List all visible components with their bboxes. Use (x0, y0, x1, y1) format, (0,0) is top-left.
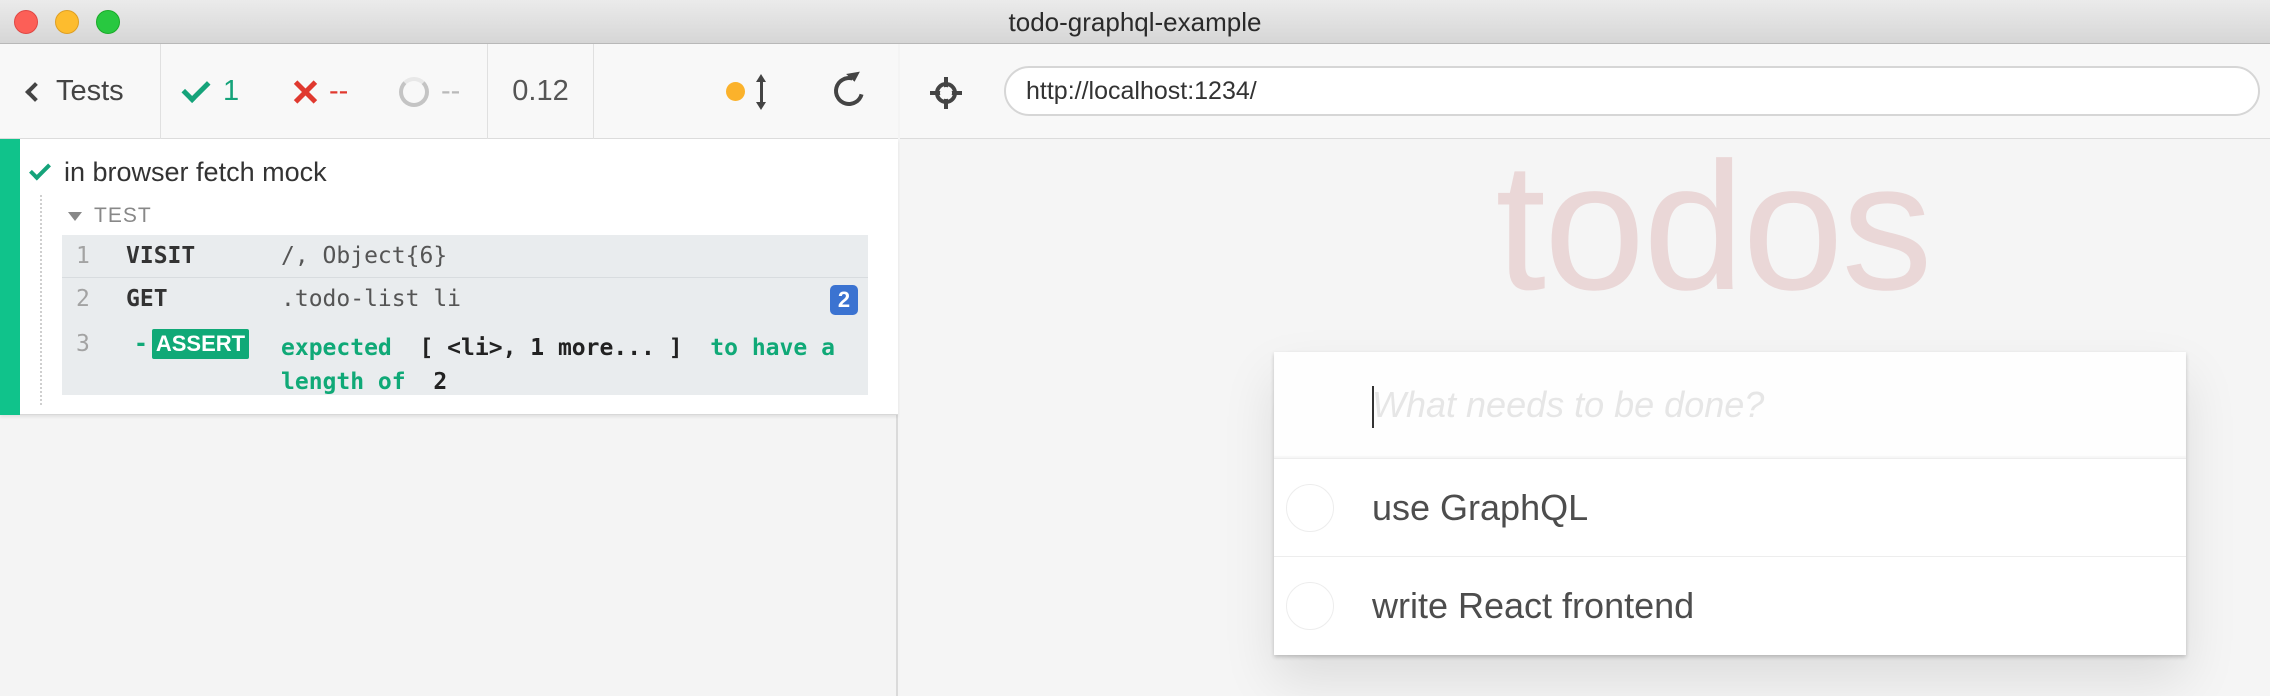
resize-vertical-icon[interactable] (756, 74, 766, 110)
url-field[interactable] (1004, 66, 2260, 116)
todo-label: use GraphQL (1372, 487, 1589, 528)
check-icon (181, 74, 211, 103)
run-duration: 0.12 (488, 44, 594, 139)
hook-header[interactable]: TEST (68, 197, 152, 235)
assert-message: expected [ <li>, 1 more... ] to have a l… (281, 331, 861, 399)
todo-toggle-checkbox[interactable] (1286, 484, 1334, 532)
command-log: in browser fetch mock TEST 1 VISIT /, Ob… (0, 139, 898, 696)
pending-stat: -- (399, 44, 460, 139)
app-title: todos (1495, 124, 1932, 328)
tests-button[interactable]: Tests (0, 44, 161, 139)
command-row[interactable]: 2 GET .todo-list li 2 (62, 278, 868, 320)
hook-guide-line (40, 195, 42, 405)
spinner-icon (399, 76, 429, 107)
title-bar: todo-graphql-example (0, 0, 2270, 44)
todo-item[interactable]: use GraphQL (1274, 459, 2186, 557)
assert-value: 2 (433, 369, 448, 395)
test-title-row[interactable]: in browser fetch mock (29, 149, 327, 195)
assert-expected: expected (281, 335, 392, 361)
element-count-badge: 2 (830, 285, 858, 315)
child-command-dash: - (134, 331, 148, 357)
assert-tag: ASSERT (151, 329, 250, 359)
command-name: VISIT (126, 243, 196, 269)
command-row[interactable]: 1 VISIT /, Object{6} (62, 235, 868, 278)
test-status-bar (0, 139, 20, 415)
command-message: .todo-list li (281, 286, 462, 312)
check-icon (29, 158, 51, 180)
assert-to-have: to have a (710, 335, 835, 361)
command-number: 1 (76, 243, 90, 269)
assert-subject: [ <li>, 1 more... ] (419, 335, 683, 361)
hook-label: TEST (94, 204, 152, 227)
selector-playground-icon[interactable] (930, 77, 962, 109)
passed-stat: 1 (181, 44, 240, 139)
command-list: 1 VISIT /, Object{6} 2 GET .todo-list li… (62, 235, 868, 395)
running-dot-icon (726, 82, 745, 101)
new-todo-input[interactable] (1274, 352, 2186, 459)
tests-button-label: Tests (56, 75, 124, 107)
command-number: 2 (76, 286, 90, 312)
failed-stat: -- (293, 44, 348, 139)
runner-controls (594, 44, 898, 139)
runner-toolbar: Tests 1 -- -- 0.12 (0, 44, 898, 139)
command-message: /, Object{6} (281, 243, 448, 269)
command-name: GET (126, 286, 168, 312)
x-icon (293, 80, 317, 104)
failed-count: -- (329, 75, 349, 107)
window-title: todo-graphql-example (1008, 7, 1262, 37)
todo-label: write React frontend (1372, 585, 1695, 626)
app-window: todo-graphql-example Tests 1 -- -- 0.12 (0, 0, 2270, 696)
app-preview: todos use GraphQL write React frontend (900, 124, 2270, 696)
test-block: in browser fetch mock TEST 1 VISIT /, Ob… (0, 139, 898, 415)
todo-panel: use GraphQL write React frontend (1274, 352, 2186, 655)
command-row-assert[interactable]: 3 - ASSERT expected [ <li>, 1 more... ] t… (62, 323, 868, 395)
reload-icon[interactable] (828, 70, 870, 112)
command-name: - ASSERT (134, 329, 250, 359)
todo-item[interactable]: write React frontend (1274, 557, 2186, 655)
passed-count: 1 (223, 75, 240, 107)
test-title: in browser fetch mock (64, 156, 327, 187)
pending-count: -- (441, 75, 461, 107)
caret-down-icon (68, 211, 82, 221)
assert-length-of: length of (281, 369, 406, 395)
test-stats: 1 -- -- (161, 44, 488, 139)
todo-toggle-checkbox[interactable] (1286, 582, 1334, 630)
command-number: 3 (76, 331, 90, 357)
chevron-left-icon (25, 81, 45, 102)
text-caret (1372, 386, 1374, 428)
